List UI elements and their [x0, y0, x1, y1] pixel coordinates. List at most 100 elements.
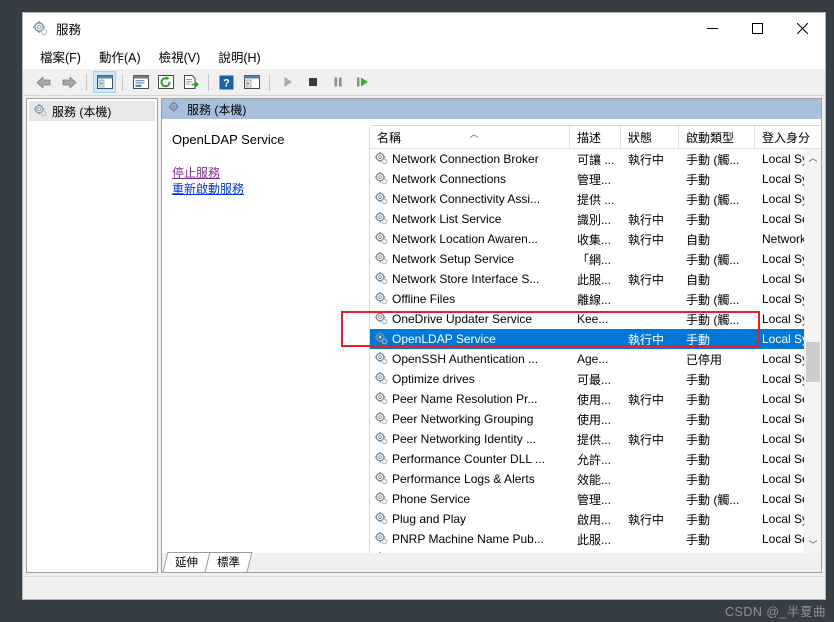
column-header-2[interactable]: 狀態: [621, 126, 679, 148]
table-row[interactable]: Network Location Awaren... 收集... 執行中 自動 Netw…: [370, 229, 804, 249]
table-row[interactable]: Plug and Play 啟用... 執行中 手動 Local Sys...: [370, 509, 804, 529]
menu-file[interactable]: 檔案(F): [31, 44, 90, 69]
menu-action[interactable]: 動作(A): [90, 44, 150, 69]
restart-service-link[interactable]: 重新啟動服務: [172, 181, 369, 197]
cell-desc: 管理...: [577, 492, 612, 507]
scroll-down-arrow-icon[interactable]: ﹀: [805, 536, 821, 553]
forward-arrow-icon[interactable]: [57, 71, 80, 93]
pause-service-icon[interactable]: [326, 71, 349, 93]
cell-logon: Local Sys...: [762, 172, 804, 186]
service-gear-icon: [374, 451, 388, 468]
view-tabs: 延伸 標準: [162, 552, 821, 572]
refresh-icon[interactable]: [154, 71, 177, 93]
cell-name: OpenSSH Authentication ...: [370, 351, 570, 368]
table-row[interactable]: Network Connectivity Assi... 提供 ... 手動 (觸.…: [370, 189, 804, 209]
restart-service-icon[interactable]: [351, 71, 374, 93]
export-list-icon[interactable]: [179, 71, 202, 93]
service-name-label: Network Location Awaren...: [392, 232, 538, 246]
list-rows-viewport: Network Connection Broker 可讓 ... 執行中 手動 (觸.…: [370, 149, 804, 553]
service-name-label: Peer Networking Identity ...: [392, 432, 537, 446]
close-button[interactable]: [780, 13, 825, 43]
cell-name: Portable Device Enumerat...: [370, 551, 570, 553]
cell-status: 執行中: [628, 152, 665, 167]
service-name-label: Phone Service: [392, 492, 471, 506]
service-gear-icon: [374, 291, 388, 308]
stop-service-link[interactable]: 停止服務: [172, 165, 369, 181]
properties-icon[interactable]: [129, 71, 152, 93]
cell-name: Network Connections: [370, 171, 570, 188]
table-row[interactable]: Peer Networking Grouping 使用... 手動 Local Ser…: [370, 409, 804, 429]
cell-logon: Local Sys...: [762, 192, 804, 206]
start-service-icon[interactable]: [276, 71, 299, 93]
table-row[interactable]: Optimize drives 可最... 手動 Local Sys...: [370, 369, 804, 389]
cell-logon: Local Sys...: [755, 552, 804, 553]
tab-extended-label: 延伸: [175, 557, 198, 569]
help-icon[interactable]: ?: [215, 71, 238, 93]
maximize-button[interactable]: [735, 13, 780, 43]
pane-banner-label: 服務 (本機): [187, 102, 247, 117]
cell-desc: Age...: [577, 352, 609, 366]
cell-name: Peer Name Resolution Pr...: [370, 391, 570, 408]
cell-name: Network List Service: [370, 211, 570, 228]
stop-service-icon[interactable]: [301, 71, 324, 93]
cell-desc: 提供 ...: [577, 192, 615, 207]
table-row-selected[interactable]: OpenLDAP Service 執行中 手動 Local Sys...: [370, 329, 804, 349]
menu-view[interactable]: 檢視(V): [150, 44, 210, 69]
service-name-label: Optimize drives: [392, 372, 475, 386]
scrollbar-track[interactable]: [805, 166, 821, 536]
services-gear-icon: [33, 103, 47, 120]
cell-logon: Local Ser...: [762, 472, 804, 486]
table-row[interactable]: Network Setup Service 「網... 手動 (觸... Local …: [370, 249, 804, 269]
service-gear-icon: [374, 331, 388, 348]
cell-name: Phone Service: [370, 491, 570, 508]
table-row[interactable]: Network Connections 管理... 手動 Local Sys...: [370, 169, 804, 189]
window-title: 服務: [56, 22, 82, 37]
cell-desc: 識別...: [577, 212, 612, 227]
table-row[interactable]: Performance Logs & Alerts 效能... 手動 Local Se…: [370, 469, 804, 489]
back-arrow-icon[interactable]: [32, 71, 55, 93]
column-header-label: 名稱: [377, 130, 402, 145]
table-row[interactable]: Portable Device Enumerat... 強制... 手動 (觸...…: [370, 549, 804, 553]
table-row[interactable]: Network List Service 識別... 執行中 手動 Local Ser.…: [370, 209, 804, 229]
cell-desc: 離線...: [577, 292, 612, 307]
cell-name: Network Setup Service: [370, 251, 570, 268]
minimize-button[interactable]: [690, 13, 735, 43]
desktop-background: 服務 檔案(F) 動作(A) 檢視(V) 說明(H) ? 服務 (本機) 服務 …: [0, 0, 834, 622]
menu-help[interactable]: 說明(H): [209, 44, 269, 69]
cell-startup: 手動: [686, 452, 711, 467]
table-row[interactable]: Offline Files 離線... 手動 (觸... Local Sys...: [370, 289, 804, 309]
table-row[interactable]: Network Connection Broker 可讓 ... 執行中 手動 (觸.…: [370, 149, 804, 169]
table-row[interactable]: PNRP Machine Name Pub... 此服... 手動 Local Ser…: [370, 529, 804, 549]
service-gear-icon: [374, 511, 388, 528]
cell-desc: 收集...: [577, 232, 612, 247]
cell-name: Plug and Play: [370, 511, 570, 528]
table-row[interactable]: Network Store Interface S... 此服... 執行中 自動 Lo…: [370, 269, 804, 289]
column-header-0[interactable]: 名稱 ︿: [370, 126, 570, 148]
tab-extended[interactable]: 延伸: [162, 552, 211, 572]
table-row[interactable]: OneDrive Updater Service Kee... 手動 (觸... Lo…: [370, 309, 804, 329]
column-header-4[interactable]: 登入身分: [755, 126, 834, 148]
service-name-label: Performance Counter DLL ...: [392, 452, 545, 466]
services-window: 服務 檔案(F) 動作(A) 檢視(V) 說明(H) ? 服務 (本機) 服務 …: [22, 12, 826, 600]
show-hide-tree-icon[interactable]: [93, 71, 116, 93]
cell-desc: 此服...: [577, 532, 612, 547]
svg-text:?: ?: [223, 77, 230, 89]
cell-name: Optimize drives: [370, 371, 570, 388]
table-row[interactable]: Performance Counter DLL ... 允許... 手動 Local …: [370, 449, 804, 469]
cell-startup: 手動: [686, 212, 711, 227]
table-row[interactable]: Peer Name Resolution Pr... 使用... 執行中 手動 Loca…: [370, 389, 804, 409]
tab-standard[interactable]: 標準: [204, 552, 253, 572]
cell-name: Network Connection Broker: [370, 151, 570, 168]
table-row[interactable]: Phone Service 管理... 手動 (觸... Local Ser...: [370, 489, 804, 509]
service-gear-icon: [374, 391, 388, 408]
column-header-3[interactable]: 啟動類型: [679, 126, 755, 148]
table-row[interactable]: OpenSSH Authentication ... Age... 已停用 Local…: [370, 349, 804, 369]
scroll-up-arrow-icon[interactable]: ︿: [805, 149, 821, 166]
cell-desc: 可讓 ...: [577, 152, 615, 167]
vertical-scrollbar[interactable]: ︿ ﹀: [804, 149, 821, 553]
column-header-1[interactable]: 描述: [570, 126, 621, 148]
scrollbar-thumb[interactable]: [806, 342, 820, 382]
show-action-pane-icon[interactable]: [240, 71, 263, 93]
table-row[interactable]: Peer Networking Identity ... 提供... 執行中 手動 Lo…: [370, 429, 804, 449]
tree-node-services-local[interactable]: 服務 (本機): [29, 101, 155, 121]
